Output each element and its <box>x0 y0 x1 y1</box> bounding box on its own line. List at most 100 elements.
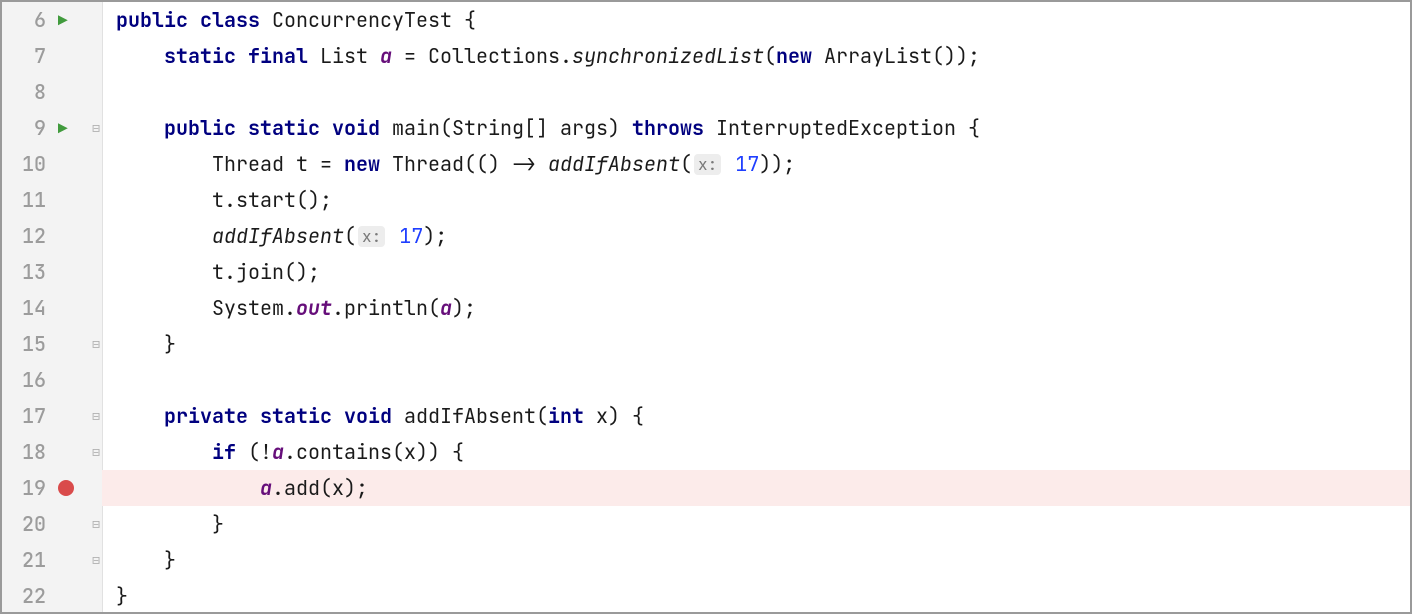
call-synchronizedList: synchronizedList <box>572 43 764 69</box>
code-line[interactable]: public static void main(String[] args) t… <box>102 110 1410 146</box>
code-line[interactable]: public class ConcurrencyTest { <box>102 2 1410 38</box>
line-number[interactable]: 9 <box>2 110 54 146</box>
code-line[interactable]: System.out.println(a); <box>102 290 1410 326</box>
type-system: System <box>212 295 284 321</box>
line-number[interactable]: 6 <box>2 2 54 38</box>
line-number[interactable]: 21 <box>2 542 54 578</box>
line-number[interactable]: 18 <box>2 434 54 470</box>
gutter-row[interactable] <box>54 470 102 506</box>
kw-private: private <box>164 403 248 429</box>
fold-open-icon[interactable]: ⊟ <box>92 408 100 425</box>
gutter-row[interactable]: ⊟ <box>54 398 102 434</box>
code-line[interactable]: if (!a.contains(x)) { <box>102 434 1410 470</box>
field-a: a <box>260 475 272 501</box>
call-start: start <box>236 187 296 213</box>
kw-void: void <box>332 115 380 141</box>
line-number[interactable]: 10 <box>2 146 54 182</box>
param-hint-x: x: <box>358 226 385 247</box>
code-line[interactable]: Thread t = new Thread(() -> addIfAbsent(… <box>102 146 1410 182</box>
type-list: List <box>320 43 368 69</box>
kw-new: new <box>344 151 380 177</box>
gutter-row[interactable]: ⊟ <box>54 326 102 362</box>
code-editor: 6 7 8 9 10 11 12 13 14 15 16 17 18 19 20… <box>0 0 1412 614</box>
gutter-row[interactable] <box>54 38 102 74</box>
class-name: ConcurrencyTest <box>272 7 452 33</box>
kw-final: final <box>248 43 308 69</box>
gutter-row[interactable] <box>54 290 102 326</box>
type-thread: Thread <box>212 151 284 177</box>
kw-if: if <box>212 439 236 465</box>
run-icon[interactable]: ▶ <box>58 118 68 139</box>
gutter-row[interactable] <box>54 146 102 182</box>
var-t: t <box>296 151 308 177</box>
line-number[interactable]: 8 <box>2 74 54 110</box>
field-a: a <box>440 295 452 321</box>
kw-int: int <box>548 403 584 429</box>
call-join: join <box>236 259 284 285</box>
fold-close-icon[interactable]: ⊟ <box>92 552 100 569</box>
line-number[interactable]: 7 <box>2 38 54 74</box>
fold-close-icon[interactable]: ⊟ <box>92 336 100 353</box>
code-line-breakpoint[interactable]: a.add(x); <box>102 470 1410 506</box>
var-t: t <box>212 187 224 213</box>
fold-open-icon[interactable]: ⊟ <box>92 444 100 461</box>
line-number[interactable]: 17 <box>2 398 54 434</box>
var-t: t <box>212 259 224 285</box>
call-add: add <box>284 475 320 501</box>
code-line[interactable]: } <box>102 578 1410 612</box>
line-number[interactable]: 11 <box>2 182 54 218</box>
literal-17: 17 <box>399 223 423 249</box>
gutter-row[interactable] <box>54 218 102 254</box>
gutter-row[interactable]: ⊟ <box>54 434 102 470</box>
type-arraylist: ArrayList <box>824 43 932 69</box>
line-number[interactable]: 16 <box>2 362 54 398</box>
line-number[interactable]: 14 <box>2 290 54 326</box>
code-line[interactable]: } <box>102 326 1410 362</box>
code-line[interactable]: private static void addIfAbsent(int x) { <box>102 398 1410 434</box>
line-number[interactable]: 22 <box>2 578 54 614</box>
param-hint-x: x: <box>694 154 721 175</box>
line-number[interactable]: 15 <box>2 326 54 362</box>
gutter-row[interactable] <box>54 74 102 110</box>
code-line[interactable]: t.start(); <box>102 182 1410 218</box>
code-line[interactable]: addIfAbsent(x: 17); <box>102 218 1410 254</box>
literal-17: 17 <box>735 151 759 177</box>
code-line[interactable] <box>102 74 1410 110</box>
fold-open-icon[interactable]: ⊟ <box>92 120 100 137</box>
glyph-gutter: ▶ ▶⊟ ⊟ ⊟ ⊟ ⊟ ⊟ <box>54 2 102 612</box>
gutter-row[interactable] <box>54 362 102 398</box>
code-line[interactable]: static final List a = Collections.synchr… <box>102 38 1410 74</box>
gutter-row[interactable] <box>54 254 102 290</box>
code-line[interactable]: t.join(); <box>102 254 1410 290</box>
kw-throws: throws <box>632 115 704 141</box>
call-contains: contains <box>296 439 392 465</box>
var-x: x <box>332 475 344 501</box>
call-addIfAbsent: addIfAbsent <box>548 151 680 177</box>
gutter-row[interactable] <box>54 578 102 614</box>
fold-close-icon[interactable]: ⊟ <box>92 516 100 533</box>
gutter-row[interactable]: ⊟ <box>54 542 102 578</box>
kw-new: new <box>776 43 812 69</box>
code-line[interactable]: } <box>102 506 1410 542</box>
var-x: x <box>404 439 416 465</box>
param-x: x <box>596 403 608 429</box>
code-area[interactable]: public class ConcurrencyTest { static fi… <box>102 2 1410 612</box>
call-addIfAbsent: addIfAbsent <box>212 223 344 249</box>
kw-void: void <box>344 403 392 429</box>
code-line[interactable] <box>102 362 1410 398</box>
kw-public: public <box>164 115 236 141</box>
line-number[interactable]: 19 <box>2 470 54 506</box>
call-println: println <box>344 295 428 321</box>
run-icon[interactable]: ▶ <box>58 10 68 31</box>
gutter-row[interactable] <box>54 182 102 218</box>
gutter-row[interactable]: ▶⊟ <box>54 110 102 146</box>
method-addIfAbsent: addIfAbsent <box>404 403 536 429</box>
gutter-row[interactable]: ▶ <box>54 2 102 38</box>
line-number[interactable]: 12 <box>2 218 54 254</box>
line-number[interactable]: 13 <box>2 254 54 290</box>
line-number[interactable]: 20 <box>2 506 54 542</box>
breakpoint-icon[interactable] <box>58 480 74 496</box>
code-line[interactable]: } <box>102 542 1410 578</box>
gutter-row[interactable]: ⊟ <box>54 506 102 542</box>
param-args: args <box>560 115 608 141</box>
